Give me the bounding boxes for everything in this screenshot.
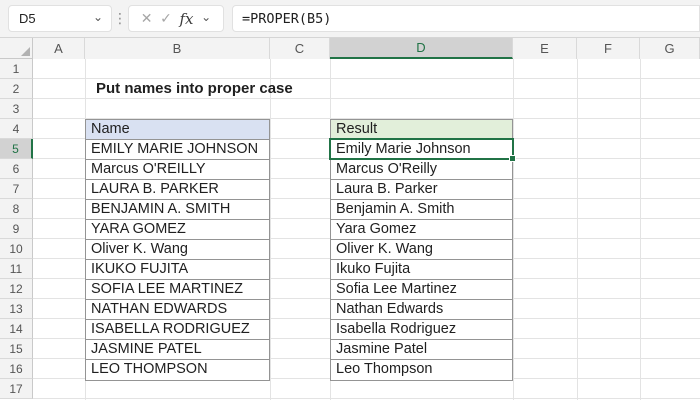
row-header-10[interactable]: 10	[0, 239, 33, 259]
row-header-12[interactable]: 12	[0, 279, 33, 299]
column-header-G[interactable]: G	[640, 38, 700, 59]
result-table-header[interactable]: Result	[331, 120, 512, 140]
cell-B6[interactable]: Marcus O'REILLY	[86, 160, 269, 180]
cell-D10[interactable]: Oliver K. Wang	[331, 240, 512, 260]
formula-bar: D5 ⌄ ⋮ ✕ ✓ fx ⌄ =PROPER(B5)	[0, 0, 700, 38]
select-all-button[interactable]	[0, 38, 33, 59]
cell-B16[interactable]: LEO THOMPSON	[86, 360, 269, 380]
cancel-icon[interactable]: ✕	[141, 10, 153, 27]
cell-B10[interactable]: Oliver K. Wang	[86, 240, 269, 260]
row-header-17[interactable]: 17	[0, 379, 33, 399]
cell-B11[interactable]: IKUKO FUJITA	[86, 260, 269, 280]
sheet-title[interactable]: Put names into proper case	[96, 79, 293, 99]
formula-controls: ✕ ✓ fx ⌄	[128, 5, 224, 32]
cell-D15[interactable]: Jasmine Patel	[331, 340, 512, 360]
row-header-11[interactable]: 11	[0, 259, 33, 279]
formula-text: =PROPER(B5)	[242, 10, 332, 27]
column-header-A[interactable]: A	[33, 38, 85, 59]
gridline	[270, 59, 271, 400]
cell-B7[interactable]: LAURA B. PARKER	[86, 180, 269, 200]
divider-dots-icon: ⋮	[113, 10, 127, 26]
name-table: Name EMILY MARIE JOHNSON Marcus O'REILLY L…	[85, 119, 270, 381]
row-header-16[interactable]: 16	[0, 359, 33, 379]
cell-D11[interactable]: Ikuko Fujita	[331, 260, 512, 280]
row-header-7[interactable]: 7	[0, 179, 33, 199]
result-table: Result Emily Marie Johnson Marcus O'Reill…	[330, 119, 513, 381]
cell-D5[interactable]: Emily Marie Johnson	[331, 140, 512, 160]
cell-reference: D5	[19, 11, 36, 26]
column-header-D[interactable]: D	[330, 38, 513, 59]
cell-B8[interactable]: BENJAMIN A. SMITH	[86, 200, 269, 220]
row-header-2[interactable]: 2	[0, 79, 33, 99]
row-header-9[interactable]: 9	[0, 219, 33, 239]
row-header-3[interactable]: 3	[0, 99, 33, 119]
chevron-down-icon[interactable]: ⌄	[201, 11, 211, 23]
row-header-8[interactable]: 8	[0, 199, 33, 219]
cell-D14[interactable]: Isabella Rodriguez	[331, 320, 512, 340]
fill-handle[interactable]	[509, 155, 516, 162]
cell-D6[interactable]: Marcus O'Reilly	[331, 160, 512, 180]
cell-B15[interactable]: JASMINE PATEL	[86, 340, 269, 360]
name-table-header[interactable]: Name	[86, 120, 269, 140]
column-header-E[interactable]: E	[513, 38, 577, 59]
row-header-1[interactable]: 1	[0, 59, 33, 79]
cell-D9[interactable]: Yara Gomez	[331, 220, 512, 240]
row-header-6[interactable]: 6	[0, 159, 33, 179]
cell-D12[interactable]: Sofia Lee Martinez	[331, 280, 512, 300]
column-headers: ABCDEFG	[0, 38, 700, 59]
cell-B14[interactable]: ISABELLA RODRIGUEZ	[86, 320, 269, 340]
name-box[interactable]: D5 ⌄	[8, 5, 112, 32]
row-header-5[interactable]: 5	[0, 139, 33, 159]
gridline	[640, 59, 641, 400]
cell-D13[interactable]: Nathan Edwards	[331, 300, 512, 320]
cell-B12[interactable]: SOFIA LEE MARTINEZ	[86, 280, 269, 300]
select-all-triangle-icon	[21, 47, 30, 56]
cell-B5[interactable]: EMILY MARIE JOHNSON	[86, 140, 269, 160]
column-header-F[interactable]: F	[577, 38, 640, 59]
formula-input[interactable]: =PROPER(B5)	[232, 5, 700, 32]
row-header-4[interactable]: 4	[0, 119, 33, 139]
cell-D8[interactable]: Benjamin A. Smith	[331, 200, 512, 220]
cell-B9[interactable]: YARA GOMEZ	[86, 220, 269, 240]
gridline	[577, 59, 578, 400]
cell-D16[interactable]: Leo Thompson	[331, 360, 512, 380]
chevron-down-icon[interactable]: ⌄	[93, 11, 103, 23]
row-header-13[interactable]: 13	[0, 299, 33, 319]
enter-icon[interactable]: ✓	[160, 10, 172, 27]
column-header-C[interactable]: C	[270, 38, 330, 59]
row-header-14[interactable]: 14	[0, 319, 33, 339]
row-header-15[interactable]: 15	[0, 339, 33, 359]
insert-function-fx-icon[interactable]: fx	[179, 10, 193, 28]
column-header-B[interactable]: B	[85, 38, 270, 59]
cell-B13[interactable]: NATHAN EDWARDS	[86, 300, 269, 320]
gridline	[513, 59, 514, 400]
cell-D7[interactable]: Laura B. Parker	[331, 180, 512, 200]
